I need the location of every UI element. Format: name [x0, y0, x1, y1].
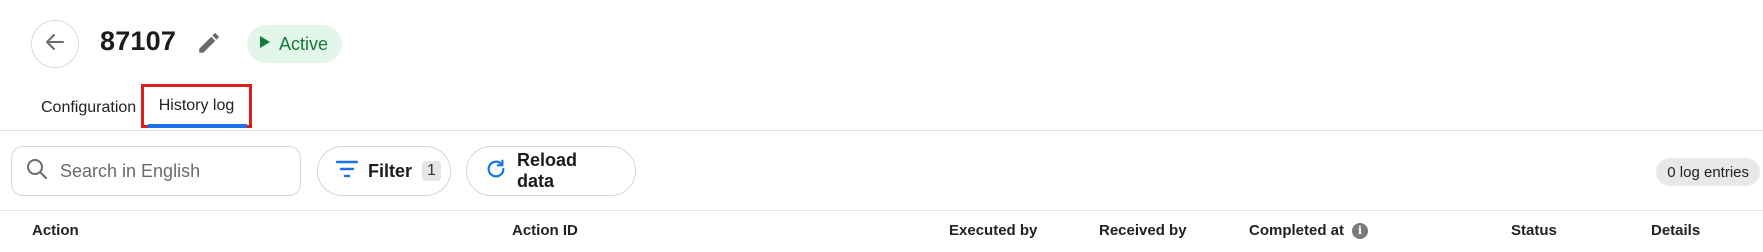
- tab-bar: Configuration History log: [0, 84, 1763, 132]
- search-icon: [26, 158, 48, 185]
- filter-button[interactable]: Filter 1: [317, 146, 451, 196]
- column-header-details[interactable]: Details: [1651, 222, 1700, 239]
- pencil-icon[interactable]: [196, 30, 222, 56]
- column-header-action[interactable]: Action: [32, 222, 79, 239]
- tabs-divider: [0, 130, 1763, 131]
- table-header: Action Action ID Executed by Received by…: [0, 222, 1763, 246]
- status-label: Active: [279, 33, 329, 54]
- info-icon[interactable]: i: [1352, 222, 1369, 239]
- filter-count-badge: 1: [422, 161, 441, 181]
- column-header-status[interactable]: Status: [1511, 222, 1557, 239]
- table-divider: [0, 210, 1763, 211]
- play-icon: [259, 35, 271, 54]
- column-header-executed-by[interactable]: Executed by: [949, 222, 1037, 239]
- completed-at-label: Completed at: [1249, 222, 1345, 239]
- search-input[interactable]: [58, 159, 282, 183]
- column-header-action-id[interactable]: Action ID: [512, 222, 578, 239]
- tab-history-log[interactable]: History log: [141, 84, 252, 128]
- active-tab-indicator: [148, 124, 247, 128]
- filter-icon: [335, 160, 359, 183]
- page-title: 87107: [100, 26, 177, 56]
- arrow-left-icon: [44, 31, 66, 58]
- reload-data-button[interactable]: Reload data: [466, 146, 636, 196]
- back-button[interactable]: [31, 20, 79, 68]
- log-entries-count: 0 log entries: [1656, 158, 1760, 186]
- toolbar: Filter 1 Reload data 0 log entries: [0, 146, 1763, 196]
- search-box[interactable]: [11, 146, 301, 196]
- tab-configuration[interactable]: Configuration: [41, 86, 136, 130]
- page-header: 87107 Active: [0, 0, 1763, 86]
- filter-label: Filter: [368, 160, 413, 181]
- column-header-received-by[interactable]: Received by: [1099, 222, 1187, 239]
- column-header-completed-at[interactable]: Completed at i: [1249, 222, 1369, 239]
- reload-label: Reload data: [517, 150, 578, 191]
- refresh-icon: [485, 158, 507, 185]
- status-badge: Active: [247, 25, 343, 63]
